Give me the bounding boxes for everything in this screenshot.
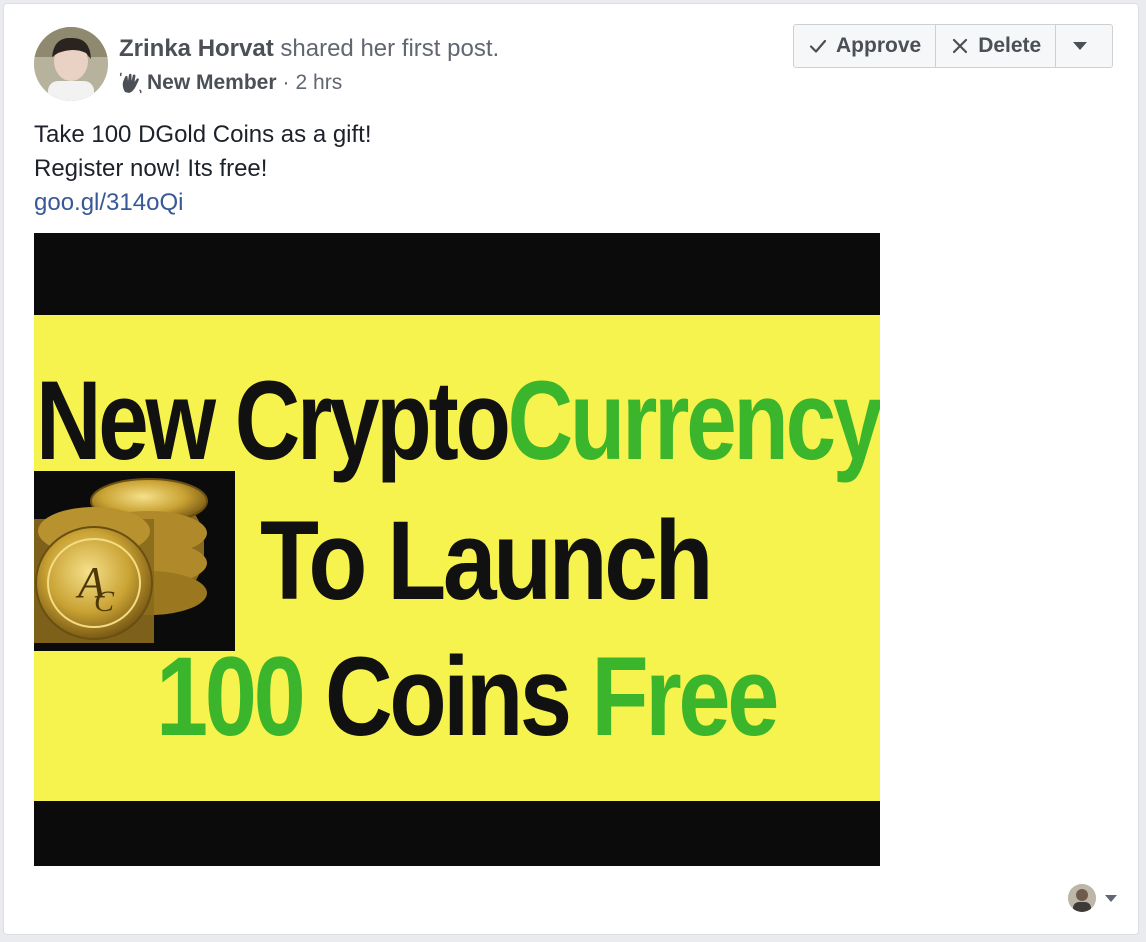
image-headline-line1: New CryptoCurrency [36,365,880,477]
svg-text:C: C [94,585,115,618]
check-icon [809,39,827,53]
moderation-actions: Approve Delete [793,24,1114,68]
chevron-down-icon [1105,894,1117,902]
meta-separator: · [282,71,290,94]
post-body: Take 100 DGold Coins as a gift! Register… [34,118,372,220]
member-badge[interactable]: New Member [147,71,277,95]
post-action-text: shared her first post. [273,35,500,62]
waving-hand-icon [119,72,142,94]
post-image[interactable]: New CryptoCurrency A C To Launch 100 Coi… [34,233,880,866]
image-text: 100 [156,634,306,759]
close-icon [953,38,968,54]
image-headline-line2: To Launch [260,498,713,623]
post-card: Zrinka Horvat shared her first post. New… [3,3,1139,935]
post-meta: New Member · 2 hrs [119,71,342,95]
delete-label: Delete [978,34,1042,57]
post-link[interactable]: goo.gl/314oQi [34,189,183,216]
avatar [1068,884,1096,912]
approve-label: Approve [836,34,922,57]
image-text: Currency [507,358,880,483]
author-name[interactable]: Zrinka Horvat [119,35,274,62]
image-text: Coins [302,634,592,759]
avatar[interactable] [34,27,108,101]
more-actions-button[interactable] [1056,25,1112,67]
image-text: New Crypto [36,358,511,483]
coin-stack-image: A C [34,471,235,651]
image-text: Free [591,634,779,759]
post-header: Zrinka Horvat shared her first post. [119,35,499,63]
post-text-line: Take 100 DGold Coins as a gift! [34,121,372,148]
image-headline-line3: 100 Coins Free [156,641,779,753]
post-timestamp[interactable]: 2 hrs [296,71,343,95]
chevron-down-icon [1073,42,1088,50]
post-text-line: Register now! Its free! [34,155,268,182]
delete-button[interactable]: Delete [936,25,1057,67]
approve-button[interactable]: Approve [794,25,937,67]
post-as-selector[interactable] [1068,884,1118,912]
